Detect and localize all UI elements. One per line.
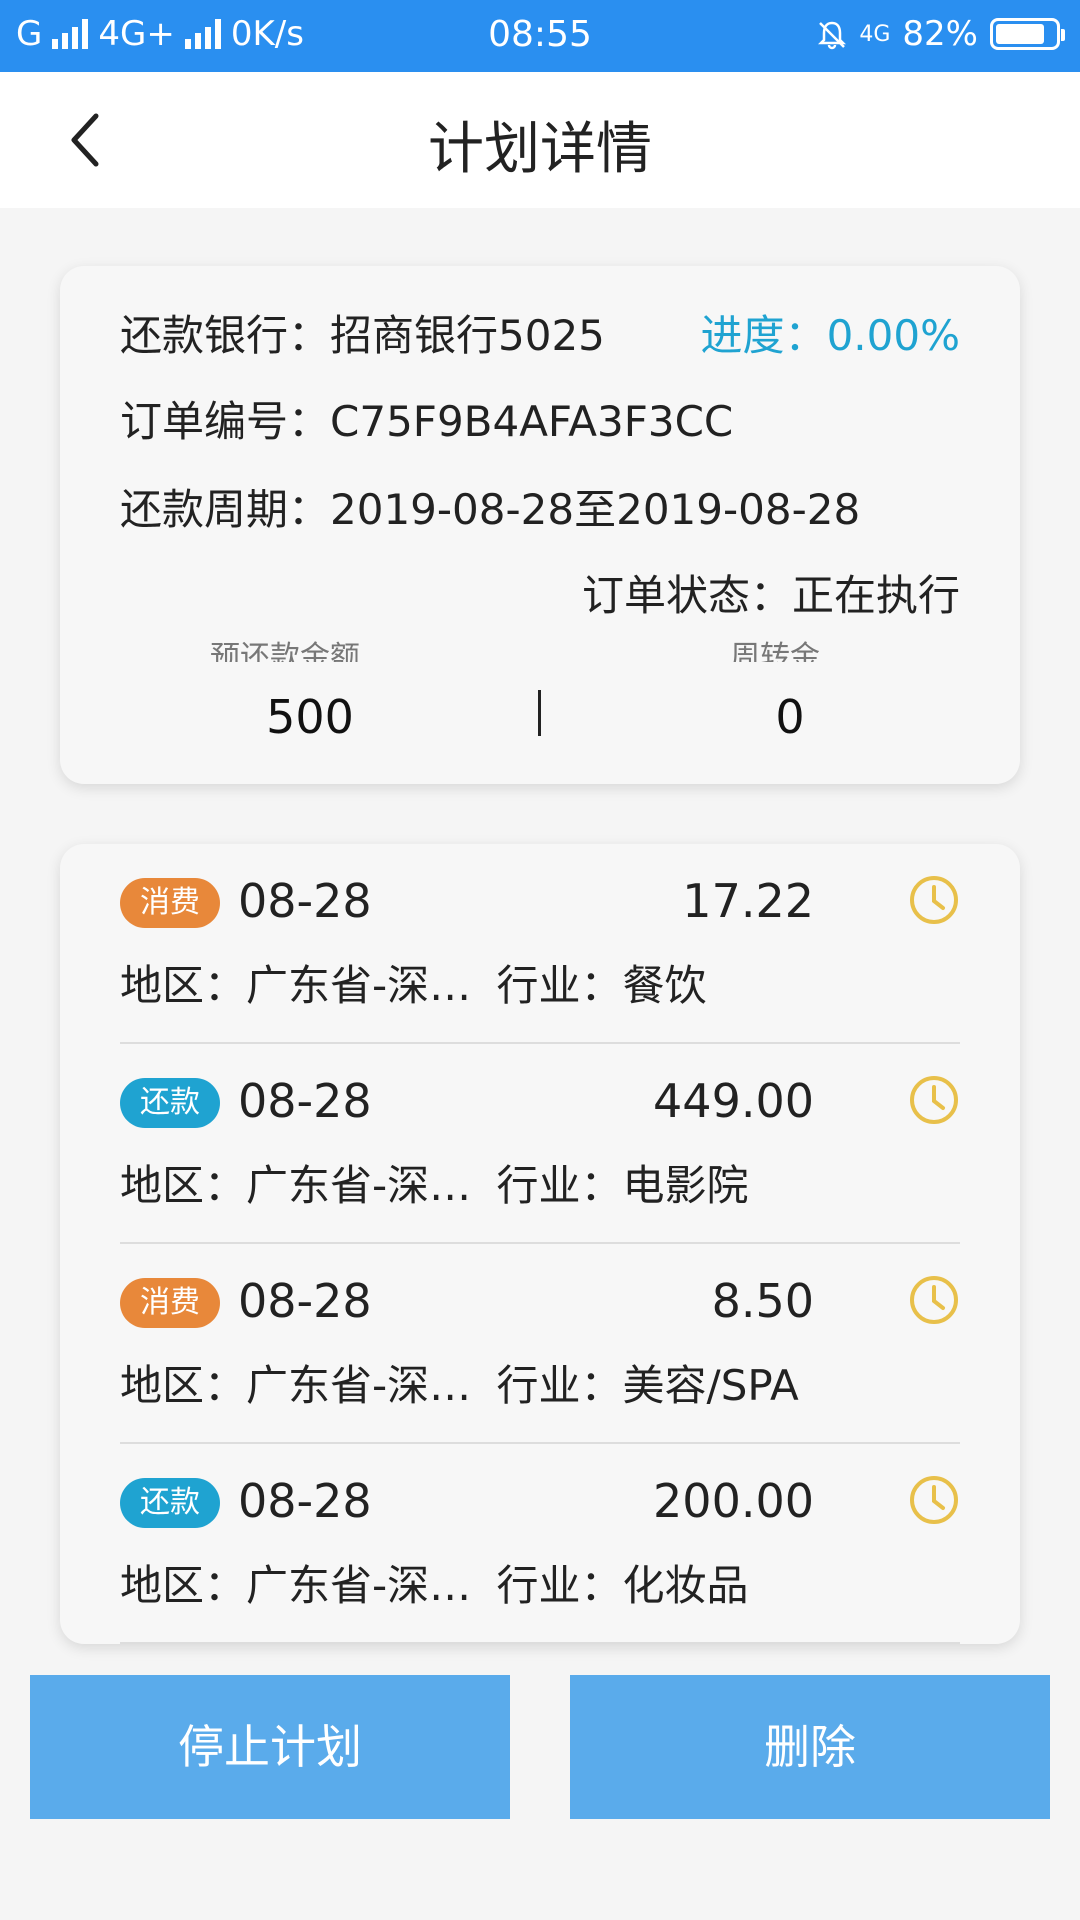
battery-icon [990,18,1065,50]
item-date: 08-28 [238,1274,372,1328]
item-detail: 地区：广东省-深… 行业：美容/SPA [120,1352,799,1413]
item-amount: 200.00 [653,1474,814,1528]
page-title: 计划详情 [428,117,652,182]
status-bar: G 4G+ 0K/s 08:55 4G 82% [0,0,1080,72]
item-detail: 地区：广东省-深… 行业：电影院 [120,1152,749,1213]
region-value: 广东省-深… [246,961,472,1010]
turnover-value: 0 [775,690,805,744]
clock-icon [910,1276,958,1324]
mute-bell-icon [817,19,847,50]
type-badge: 还款 [120,1478,220,1528]
status-value: 正在执行 [791,571,960,620]
region-label: 地区： [120,1161,247,1210]
item-amount: 449.00 [653,1074,814,1128]
item-detail: 地区：广东省-深… 行业：餐饮 [120,952,707,1013]
item-amount: 8.50 [711,1274,814,1328]
region-label: 地区： [120,1361,247,1410]
battery-percent: 82% [902,14,978,54]
order-label: 订单编号： [120,397,331,446]
item-amount: 17.22 [682,874,814,928]
stat-divider [538,690,541,736]
progress-row: 进度：0.00% [701,302,960,363]
type-badge: 还款 [120,1078,220,1128]
transaction-list[interactable]: 消费 08-28 17.22 地区：广东省-深… 行业：餐饮 还款 08-28 … [60,844,1020,1644]
industry-label: 行业： [496,1361,623,1410]
industry-label: 行业： [496,1561,623,1610]
list-item[interactable]: 消费 08-28 17.22 地区：广东省-深… 行业：餐饮 [120,844,960,1044]
list-item[interactable]: 消费 08-28 8.50 地区：广东省-深… 行业：美容/SPA [120,1244,960,1444]
order-value: C75F9B4AFA3F3CC [330,397,734,446]
industry-value: 美容/SPA [622,1361,799,1410]
type-badge: 消费 [120,878,220,928]
stop-plan-button[interactable]: 停止计划 [30,1675,510,1819]
order-row: 订单编号：C75F9B4AFA3F3CC [120,388,733,449]
clock-icon [910,876,958,924]
order-status-row: 订单状态：正在执行 [582,562,960,623]
industry-value: 电影院 [622,1161,749,1210]
nav-bar: 计划详情 [0,72,1080,208]
network-4g-label: 4G [859,21,891,47]
clock-icon [910,1076,958,1124]
item-date: 08-28 [238,1474,372,1528]
total-amount-label: 预还款金额 [210,640,360,662]
bank-label: 还款银行： [120,311,331,360]
clock-icon [910,1476,958,1524]
progress-value: 0.00% [826,311,960,360]
region-value: 广东省-深… [246,1561,472,1610]
status-label: 订单状态： [581,571,792,620]
total-amount-value: 500 [266,690,354,744]
bank-row: 还款银行：招商银行5025 [120,302,605,363]
list-item[interactable]: 还款 08-28 200.00 地区：广东省-深… 行业：化妆品 [120,1444,960,1644]
item-detail: 地区：广东省-深… 行业：化妆品 [120,1552,749,1613]
plan-summary-card: 还款银行：招商银行5025 进度：0.00% 订单编号：C75F9B4AFA3F… [60,266,1020,784]
bank-value: 招商银行5025 [330,311,605,360]
period-row: 还款周期：2019-08-28至2019-08-28 [120,476,860,537]
period-label: 还款周期： [120,485,331,534]
period-value: 2019-08-28至2019-08-28 [330,485,861,534]
region-value: 广东省-深… [246,1161,472,1210]
turnover-label: 周转金 [730,640,820,662]
region-label: 地区： [120,1561,247,1610]
list-item[interactable]: 还款 08-28 449.00 地区：广东省-深… 行业：电影院 [120,1044,960,1244]
region-value: 广东省-深… [246,1361,472,1410]
item-date: 08-28 [238,1074,372,1128]
industry-value: 化妆品 [622,1561,749,1610]
delete-button[interactable]: 删除 [570,1675,1050,1819]
type-badge: 消费 [120,1278,220,1328]
industry-label: 行业： [496,961,623,1010]
industry-label: 行业： [496,1161,623,1210]
region-label: 地区： [120,961,247,1010]
item-date: 08-28 [238,874,372,928]
industry-value: 餐饮 [622,961,707,1010]
progress-label: 进度： [700,311,827,360]
